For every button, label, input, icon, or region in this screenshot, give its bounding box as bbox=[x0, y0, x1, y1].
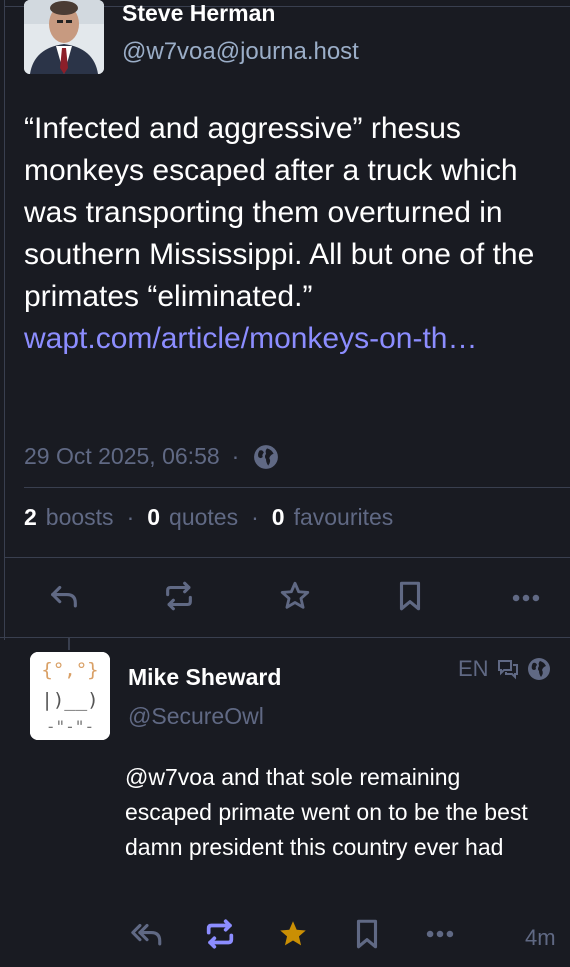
more-icon bbox=[426, 930, 454, 938]
quotes-count: 0 bbox=[147, 504, 161, 530]
boost-icon bbox=[206, 919, 234, 949]
status-text: “Infected and aggressive” rhesus monkeys… bbox=[24, 112, 535, 313]
reply-content: @w7voa and that sole remaining escaped p… bbox=[125, 760, 545, 865]
boosts-label: boosts bbox=[45, 504, 114, 530]
globe-icon bbox=[527, 658, 550, 680]
mention-link[interactable]: @w7voa bbox=[125, 764, 215, 790]
status-counts: 2 boosts · 0 quotes · 0 favourites bbox=[24, 504, 393, 531]
favourite-button[interactable] bbox=[275, 576, 315, 616]
avatar-art-line: -"-"- bbox=[46, 717, 94, 736]
thread-line bbox=[68, 638, 70, 650]
counts-separator: · bbox=[251, 504, 259, 530]
status-meta: 29 Oct 2025, 06:58 · bbox=[24, 443, 279, 470]
favourites-count: 0 bbox=[271, 504, 285, 530]
reply-more-button[interactable] bbox=[420, 914, 460, 954]
avatar[interactable] bbox=[24, 0, 104, 74]
meta-separator: · bbox=[231, 443, 240, 469]
status-content: “Infected and aggressive” rhesus monkeys… bbox=[24, 108, 554, 360]
language-badge: EN bbox=[458, 656, 489, 681]
column-border bbox=[4, 0, 5, 640]
boost-button[interactable] bbox=[159, 576, 199, 616]
bookmark-icon bbox=[399, 581, 421, 611]
reply-button[interactable] bbox=[44, 576, 84, 616]
boosts-count-link[interactable]: 2 boosts bbox=[24, 504, 114, 531]
reply-icon bbox=[51, 585, 77, 608]
quotes-count-link[interactable]: 0 quotes bbox=[147, 504, 238, 531]
favourites-count-link[interactable]: 0 favourites bbox=[272, 504, 394, 531]
divider bbox=[4, 557, 570, 558]
bookmark-icon bbox=[356, 919, 378, 949]
reply-bookmark-button[interactable] bbox=[347, 914, 387, 954]
avatar-art-line: |)__) bbox=[41, 689, 98, 711]
divider bbox=[24, 487, 570, 488]
avatar-art-line: {°,°} bbox=[41, 659, 98, 681]
more-button[interactable] bbox=[506, 578, 546, 618]
star-icon bbox=[280, 581, 310, 609]
account-handle[interactable]: @w7voa@journa.host bbox=[122, 38, 359, 66]
quotes-label: quotes bbox=[169, 504, 239, 530]
more-icon bbox=[512, 594, 540, 602]
reply-favourite-button[interactable] bbox=[273, 914, 313, 954]
reply-display-name[interactable]: Mike Sheward bbox=[128, 664, 281, 691]
reply-boost-button[interactable] bbox=[200, 914, 240, 954]
boost-icon bbox=[166, 581, 192, 611]
globe-icon bbox=[254, 444, 279, 469]
timestamp[interactable]: 29 Oct 2025, 06:58 bbox=[24, 443, 220, 470]
reply-all-button[interactable] bbox=[127, 914, 167, 954]
counts-separator: · bbox=[126, 504, 135, 530]
thread-reply-icon bbox=[497, 660, 518, 680]
boosts-count: 2 bbox=[24, 504, 37, 530]
relative-time[interactable]: 4m bbox=[525, 925, 556, 951]
reply-all-icon bbox=[131, 923, 162, 946]
reply-account-handle[interactable]: @SecureOwl bbox=[128, 703, 264, 730]
star-icon bbox=[280, 921, 306, 946]
reply-meta: EN bbox=[458, 656, 551, 682]
reply-avatar[interactable]: {°,°} |)__) -"-"- bbox=[30, 652, 110, 740]
favourites-label: favourites bbox=[293, 504, 394, 530]
display-name[interactable]: Steve Herman bbox=[122, 0, 275, 27]
article-link[interactable]: wapt.com/article/monkeys-on-th… bbox=[24, 318, 554, 360]
divider bbox=[0, 637, 570, 638]
bookmark-button[interactable] bbox=[390, 576, 430, 616]
